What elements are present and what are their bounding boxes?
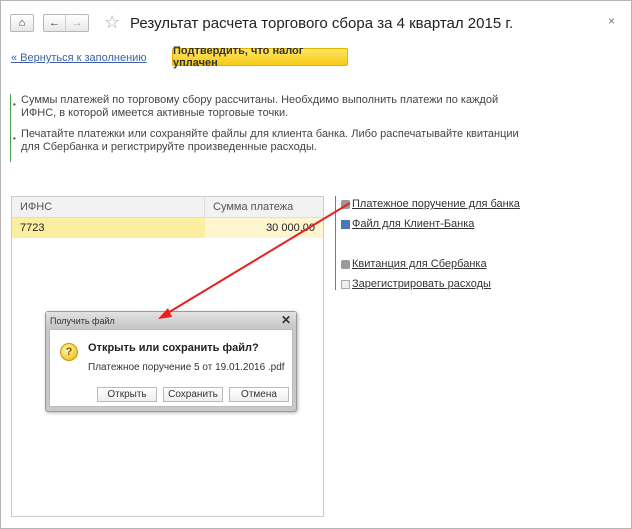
arrow-head bbox=[158, 308, 172, 319]
annotation-arrow bbox=[158, 202, 351, 319]
arrow-line bbox=[165, 202, 351, 315]
